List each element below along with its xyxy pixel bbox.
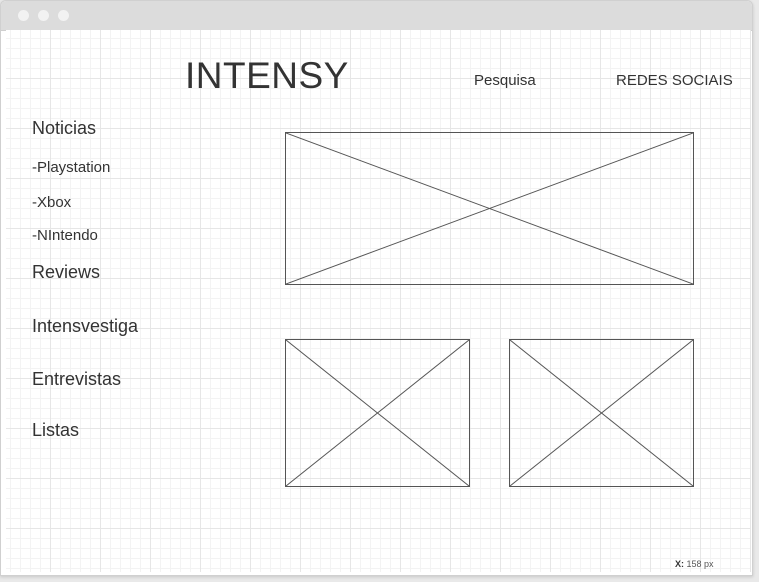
sidebar-item-playstation[interactable]: -Playstation — [32, 159, 110, 176]
window-dot-icon[interactable] — [38, 10, 49, 21]
sidebar-item-nintendo[interactable]: -NIntendo — [32, 227, 98, 244]
coordinate-readout: X: 158 px — [675, 559, 714, 569]
image-placeholder-icon — [510, 340, 693, 486]
sidebar-item-reviews[interactable]: Reviews — [32, 262, 100, 283]
image-placeholder-icon — [286, 340, 469, 486]
window-dot-icon[interactable] — [18, 10, 29, 21]
image-placeholder-left[interactable] — [285, 339, 470, 487]
window-dot-icon[interactable] — [58, 10, 69, 21]
title-bar — [1, 1, 752, 31]
sidebar-item-listas[interactable]: Listas — [32, 420, 79, 441]
social-media-link[interactable]: REDES SOCIAIS — [616, 72, 733, 89]
image-placeholder-icon — [286, 133, 693, 284]
search-link[interactable]: Pesquisa — [474, 72, 536, 89]
coordinate-label: X: — [675, 559, 684, 569]
image-placeholder-right[interactable] — [509, 339, 694, 487]
hero-image-placeholder[interactable] — [285, 132, 694, 285]
sidebar-item-entrevistas[interactable]: Entrevistas — [32, 369, 121, 390]
wireframe-canvas — [6, 30, 751, 572]
sidebar-item-noticias[interactable]: Noticias — [32, 118, 96, 139]
sidebar-item-intensvestiga[interactable]: Intensvestiga — [32, 316, 138, 337]
site-logo[interactable]: INTENSY — [185, 55, 349, 97]
sidebar-item-xbox[interactable]: -Xbox — [32, 194, 71, 211]
coordinate-value: 158 px — [686, 559, 714, 569]
